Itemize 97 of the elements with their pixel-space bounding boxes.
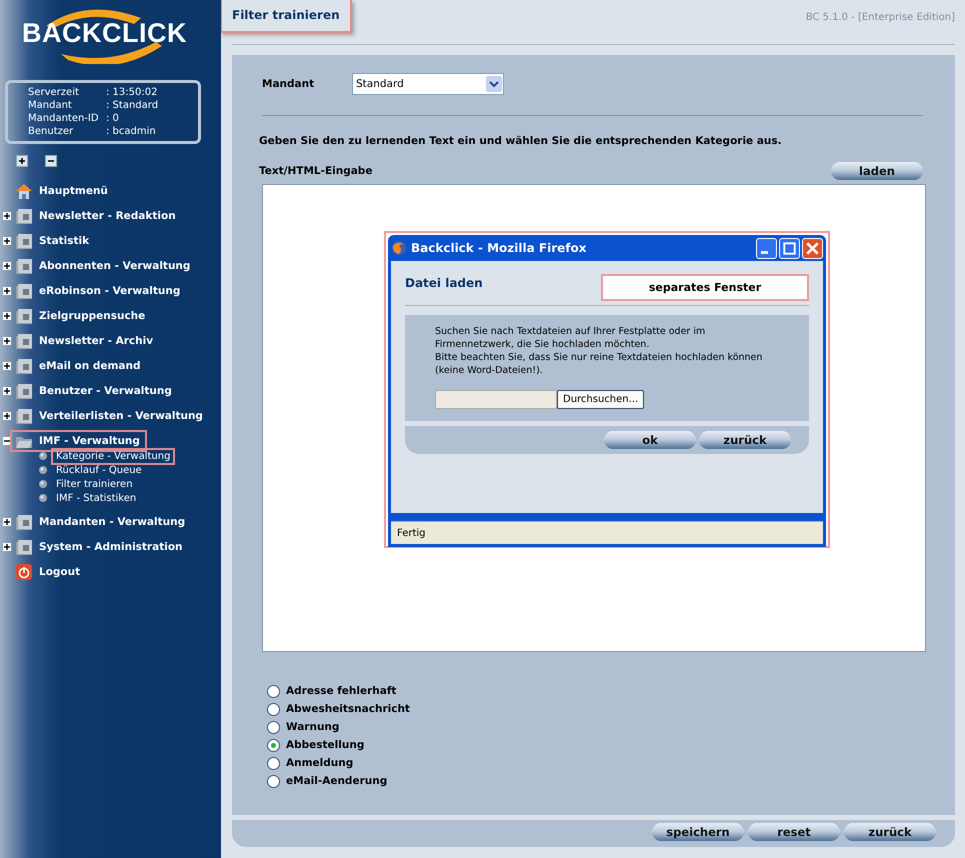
folder-icon (15, 356, 33, 374)
submenu-item[interactable]: Filter trainieren (54, 478, 135, 490)
folder-icon (15, 232, 33, 250)
logo-text: BACKCLICK (22, 18, 187, 48)
info-label: Mandant (28, 99, 73, 112)
radio-label: eMail-Aenderung (286, 775, 388, 787)
mandant-select[interactable]: Standard (352, 73, 504, 95)
info-label: Serverzeit (28, 86, 80, 99)
file-path-field[interactable] (435, 390, 557, 409)
radio-label: Abbestellung (286, 739, 364, 751)
expand-icon[interactable] (3, 362, 11, 370)
form-button[interactable]: speichern (652, 823, 744, 841)
mandant-label: Mandant (262, 78, 316, 90)
menu-item[interactable]: Benutzer - Verwaltung (39, 382, 176, 398)
menu-item[interactable]: Logout (39, 564, 84, 580)
callout-label: separates Fenster (601, 274, 809, 300)
radio-button[interactable] (267, 702, 280, 716)
dialog-button[interactable]: zurück (699, 431, 791, 449)
info-value: : bcadmin (106, 125, 156, 138)
status-text: Fertig (397, 528, 426, 538)
expand-icon[interactable] (3, 518, 11, 526)
bullet-icon (38, 493, 48, 503)
text-input-area[interactable] (262, 184, 926, 652)
folder-icon (15, 538, 33, 556)
info-label: Benutzer (28, 125, 74, 138)
menu-item[interactable]: Statistik (39, 232, 94, 248)
expand-icon[interactable] (3, 312, 11, 320)
menu-item[interactable]: eRobinson - Verwaltung (39, 282, 184, 298)
folder-icon (15, 406, 33, 424)
close-icon (806, 242, 819, 254)
folder-icon (15, 332, 33, 350)
folder-icon (15, 512, 33, 530)
close-button[interactable] (802, 238, 823, 258)
menu-item[interactable]: System - Administration (39, 538, 187, 554)
radio-button[interactable] (267, 684, 280, 698)
menu-item[interactable]: eMail on demand (39, 358, 145, 374)
bullet-icon (38, 451, 48, 461)
power-icon (15, 562, 33, 580)
menu-item[interactable]: Zielgruppensuche (39, 308, 150, 324)
form-button[interactable]: zurück (844, 823, 936, 841)
browse-button[interactable]: Durchsuchen... (557, 390, 644, 409)
dialog-button[interactable]: ok (604, 431, 696, 449)
radio-button[interactable] (267, 738, 280, 752)
radio-button[interactable] (267, 720, 280, 734)
radio-label: Abwesheitsnachricht (286, 703, 410, 715)
info-value: : Standard (106, 99, 158, 112)
expand-icon[interactable] (3, 542, 11, 550)
expand-icon[interactable] (3, 212, 11, 220)
radio-label: Anmeldung (286, 757, 354, 769)
expand-icon[interactable] (3, 386, 11, 394)
folder-icon (15, 206, 33, 224)
globe-icon (391, 240, 407, 256)
menu-item[interactable]: Verteilerlisten - Verwaltung (39, 408, 207, 424)
dialog-heading: Datei laden (405, 276, 483, 290)
menu-item[interactable]: Abonnenten - Verwaltung (39, 258, 194, 274)
folder-icon (15, 256, 33, 274)
bullet-icon (38, 479, 48, 489)
submenu-item[interactable]: Rücklauf - Queue (54, 464, 144, 476)
minimize-button[interactable] (756, 238, 777, 258)
info-value: : 0 (106, 112, 119, 125)
collapse-all-icon[interactable] (45, 155, 57, 167)
upload-instructions: Suchen Sie nach Textdateien auf Ihrer Festplatte oder im Firmennetzwerk, die Sie hochladen möchten. Bitte beachten Sie, dass Sie nur reine Textdateien hochladen können (keine Word-Dateien!). (435, 325, 764, 377)
expand-icon[interactable] (3, 412, 11, 420)
dropdown-icon (486, 76, 502, 92)
text-label: Text/HTML-Eingabe (259, 165, 372, 177)
folder-icon (15, 306, 33, 324)
expand-icon[interactable] (3, 262, 11, 270)
minimize-icon (761, 250, 768, 254)
radio-button[interactable] (267, 774, 280, 788)
submenu-item[interactable]: IMF - Statistiken (54, 492, 138, 504)
maximize-icon (783, 242, 796, 254)
folder-icon (15, 382, 33, 400)
radio-label: Adresse fehlerhaft (286, 685, 396, 697)
form-button[interactable]: reset (748, 823, 840, 841)
expand-icon[interactable] (3, 286, 11, 294)
menu-item[interactable]: IMF - Verwaltung (13, 432, 144, 448)
submenu-item[interactable]: Kategorie - Verwaltung (54, 450, 172, 462)
folder-icon (15, 282, 33, 300)
radio-button[interactable] (267, 756, 280, 770)
bullet-icon (38, 465, 48, 475)
radio-label: Warnung (286, 721, 340, 733)
expand-icon[interactable] (3, 236, 11, 244)
expand-all-icon[interactable] (16, 155, 28, 167)
menu-item[interactable]: Newsletter - Archiv (39, 332, 158, 348)
maximize-button[interactable] (779, 238, 800, 258)
expand-icon[interactable] (3, 336, 11, 344)
menu-item[interactable]: Newsletter - Redaktion (39, 208, 180, 224)
house-icon (15, 182, 33, 200)
page-title: Filter trainieren (220, 0, 352, 33)
info-value: : 13:50:02 (106, 86, 158, 99)
instruction-text: Geben Sie den zu lernenden Text ein und wählen Sie die entsprechenden Kategorie aus. (259, 135, 783, 147)
window-title: Backclick - Mozilla Firefox (411, 241, 588, 255)
info-label: Mandanten-ID (28, 112, 100, 125)
version-text: BC 5.1.0 - [Enterprise Edition] (806, 12, 955, 23)
menu-item[interactable]: Hauptmenü (39, 182, 112, 198)
menu-item[interactable]: Mandanten - Verwaltung (39, 514, 190, 530)
load-button[interactable]: laden (831, 162, 923, 180)
